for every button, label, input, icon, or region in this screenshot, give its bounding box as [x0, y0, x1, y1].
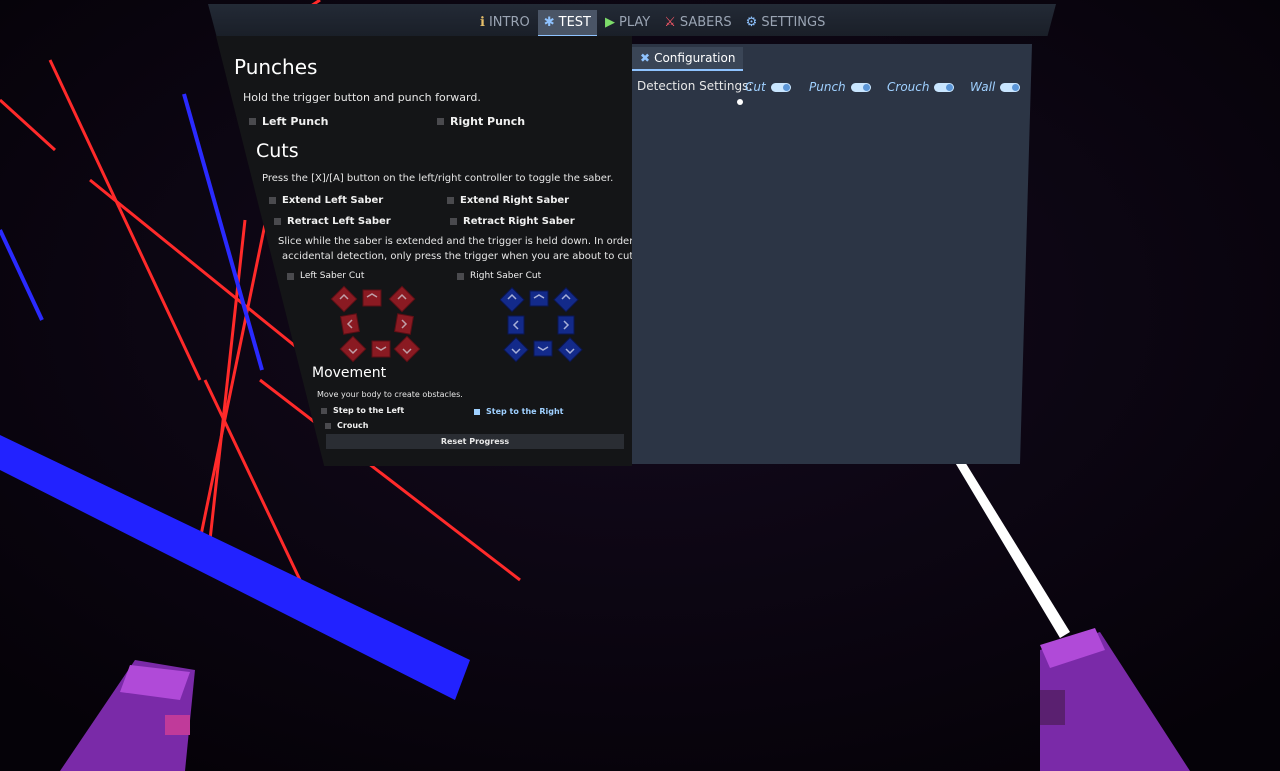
movement-instruction: Move your body to create obstacles.	[317, 390, 463, 399]
tab-test[interactable]: ✱ TEST	[537, 10, 597, 36]
cube-left	[339, 313, 361, 335]
cube-up-right	[553, 287, 579, 313]
punch-toggle[interactable]: Punch	[809, 80, 871, 94]
tab-bar: ℹ INTRO ✱ TEST ▶ PLAY ⚔ SABERS ⚙ SETTING…	[208, 4, 1056, 36]
checkbox	[474, 408, 480, 415]
detection-settings-label: Detection Settings:	[637, 79, 753, 93]
movement-title: Movement	[312, 365, 387, 381]
cube-down-right	[557, 336, 583, 363]
cube-left	[507, 315, 525, 335]
left-punch-check[interactable]: Left Punch	[249, 115, 328, 128]
checkbox	[249, 118, 256, 125]
step-right-check[interactable]: Step to the Right	[474, 407, 564, 416]
checkbox	[447, 197, 454, 204]
right-punch-check[interactable]: Right Punch	[437, 115, 525, 128]
checkbox	[321, 407, 327, 414]
extend-left-check[interactable]: Extend Left Saber	[269, 195, 383, 206]
crouch-toggle[interactable]: Crouch	[887, 80, 955, 94]
right-saber-cut-check[interactable]: Right Saber Cut	[457, 271, 541, 281]
checkbox	[437, 118, 444, 125]
crouch-check[interactable]: Crouch	[325, 421, 368, 430]
slice-instruction-line1: Slice while the saber is extended and th…	[278, 236, 678, 247]
slice-instruction-line2: accidental detection, only press the tri…	[282, 251, 637, 262]
checkbox	[274, 218, 281, 225]
wall-toggle[interactable]: Wall	[970, 80, 1021, 94]
cube-up	[529, 290, 549, 307]
punches-instruction: Hold the trigger button and punch forwar…	[243, 91, 481, 104]
retract-right-check[interactable]: Retract Right Saber	[450, 216, 575, 227]
cube-right	[557, 315, 575, 335]
cuts-title: Cuts	[256, 140, 299, 162]
cube-down	[533, 340, 553, 357]
cuts-instruction: Press the [X]/[A] button on the left/rig…	[262, 173, 614, 184]
step-left-check[interactable]: Step to the Left	[321, 406, 404, 415]
checkbox	[457, 272, 464, 280]
cube-up-left	[500, 287, 525, 313]
figure-icon: ✱	[543, 14, 555, 30]
extend-right-check[interactable]: Extend Right Saber	[447, 195, 569, 206]
checkbox	[287, 272, 294, 280]
left-cube-grid	[330, 285, 421, 363]
checkbox	[269, 197, 276, 204]
cube-down-left	[339, 335, 367, 363]
info-icon: ℹ	[480, 14, 485, 30]
toggle-switch[interactable]	[1000, 82, 1021, 92]
tab-play[interactable]: ▶ PLAY	[599, 10, 656, 35]
reset-progress-button[interactable]: Reset Progress	[326, 434, 624, 449]
tab-settings[interactable]: ⚙ SETTINGS	[740, 10, 832, 35]
cube-down-right	[393, 335, 421, 363]
cube-up-left	[330, 285, 358, 313]
tab-sabers[interactable]: ⚔ SABERS	[658, 10, 737, 35]
wrench-icon: ✖	[640, 51, 651, 65]
cut-toggle[interactable]: Cut	[745, 80, 791, 94]
checkbox	[450, 218, 457, 225]
cube-down-left	[503, 336, 529, 363]
pointer-cursor	[737, 99, 743, 105]
cube-down	[371, 340, 391, 358]
right-cube-grid	[500, 287, 583, 363]
saber-icon: ⚔	[664, 14, 676, 30]
toggle-switch[interactable]	[934, 82, 955, 92]
punches-title: Punches	[234, 55, 318, 79]
cube-right	[393, 313, 415, 335]
cube-up-right	[388, 285, 416, 313]
gear-icon: ⚙	[745, 14, 758, 30]
cube-up	[362, 289, 382, 307]
play-icon: ▶	[604, 14, 615, 30]
tab-configuration[interactable]: ✖ Configuration	[632, 47, 744, 71]
left-saber-cut-check[interactable]: Left Saber Cut	[287, 271, 364, 281]
toggle-switch[interactable]	[770, 82, 791, 92]
toggle-switch[interactable]	[850, 82, 871, 92]
tab-intro[interactable]: ℹ INTRO	[474, 10, 536, 35]
checkbox	[325, 422, 331, 429]
retract-left-check[interactable]: Retract Left Saber	[274, 216, 391, 227]
configuration-panel	[632, 44, 1032, 464]
